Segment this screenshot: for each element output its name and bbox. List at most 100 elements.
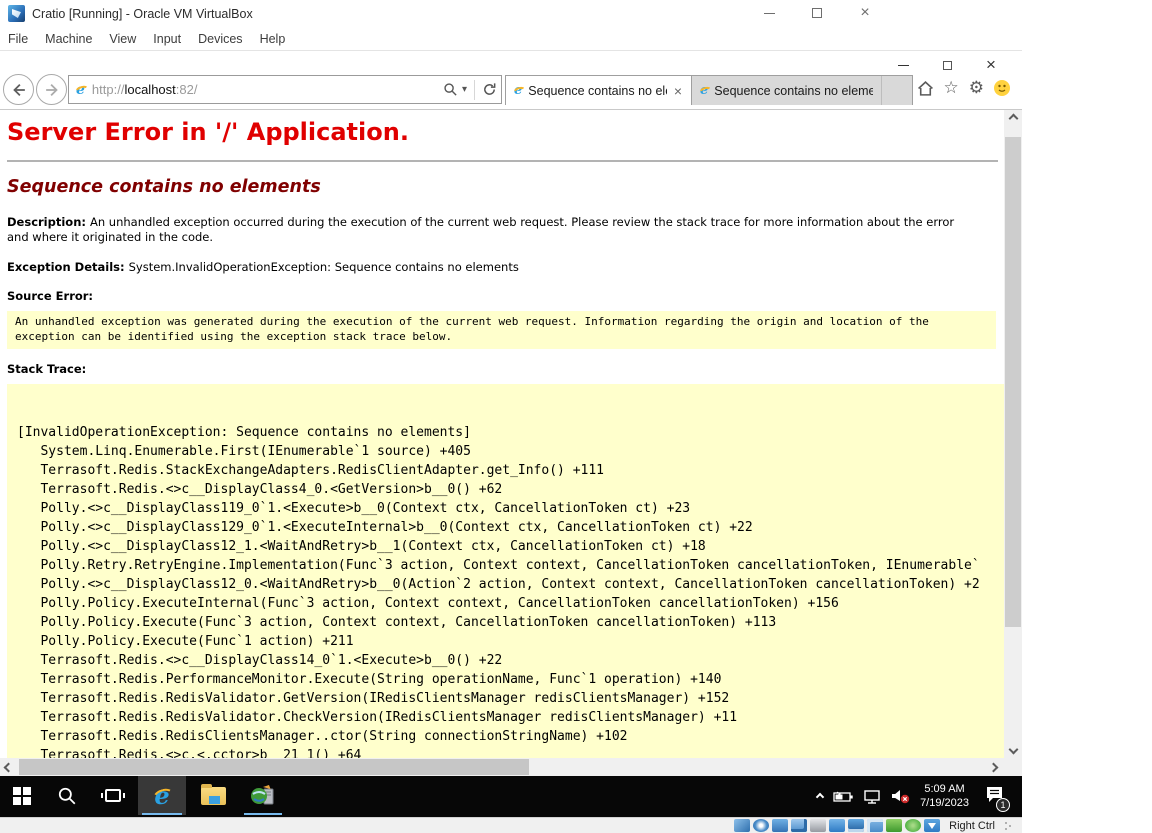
vbox-status-hdd-icon[interactable] (734, 819, 751, 832)
settings-gear-icon[interactable]: ⚙ (969, 79, 984, 97)
windows-logo-icon (13, 786, 31, 805)
vbox-status-audio-icon[interactable] (772, 819, 789, 832)
system-tray: 5:09 AM 7/19/2023 1 (815, 776, 1010, 817)
vbox-maximize-button[interactable] (802, 2, 832, 24)
address-bar[interactable]: e http://localhost:82/ ▾ (68, 75, 502, 104)
server-app-icon (251, 784, 274, 804)
vertical-scrollbar-thumb[interactable] (1005, 137, 1021, 627)
description-text: An unhandled exception occurred during t… (7, 215, 955, 244)
menu-machine[interactable]: Machine (45, 32, 92, 46)
internet-explorer-icon: e (154, 780, 170, 810)
menu-view[interactable]: View (109, 32, 136, 46)
ie-navigation-bar: e http://localhost:82/ ▾ e Sequence cont… (0, 73, 1022, 109)
error-subtitle: Sequence contains no elements (7, 177, 321, 197)
forward-button[interactable] (36, 74, 67, 105)
home-icon[interactable] (917, 80, 934, 97)
browser-viewport: Server Error in '/' Application. Sequenc… (0, 110, 1004, 758)
start-button[interactable] (0, 776, 44, 815)
tab-title: Sequence contains no ele... (528, 83, 667, 98)
vbox-close-button[interactable]: × (850, 2, 880, 24)
folder-icon (200, 783, 226, 805)
ie-page-icon: e (76, 81, 85, 98)
notification-count-badge: 1 (996, 797, 1010, 812)
stack-trace-label: Stack Trace: (7, 362, 87, 376)
resize-grip[interactable] (1004, 820, 1012, 831)
vbox-menubar: File Machine View Input Devices Help (0, 27, 1022, 50)
vbox-minimize-button[interactable] (754, 2, 784, 24)
battery-icon[interactable] (833, 791, 854, 803)
clock-date: 7/19/2023 (920, 796, 969, 809)
scroll-up-button[interactable] (1004, 110, 1022, 127)
menu-file[interactable]: File (8, 32, 28, 46)
menu-help[interactable]: Help (260, 32, 286, 46)
vbox-status-display-icon[interactable] (848, 819, 865, 832)
virtualbox-window: Cratio [Running] - Oracle VM VirtualBox … (0, 0, 1152, 833)
running-indicator (142, 813, 182, 815)
search-dropdown-icon[interactable]: ▾ (462, 84, 467, 95)
refresh-icon[interactable] (482, 82, 497, 97)
taskbar-file-explorer-button[interactable] (190, 776, 236, 815)
windows-taskbar: e 5:09 AM 7/19/2023 1 (0, 776, 1022, 817)
vbox-status-network-icon[interactable] (791, 819, 808, 832)
ie-tab-icon: e (700, 83, 709, 98)
chevron-down-icon (1008, 744, 1018, 755)
vbox-status-usb-icon[interactable] (810, 819, 827, 832)
vbox-status-features-icon[interactable] (886, 819, 903, 832)
ie-tab-icon: e (514, 83, 523, 98)
tab-close-icon[interactable]: × (673, 84, 683, 98)
menu-devices[interactable]: Devices (198, 32, 242, 46)
vbox-status-sharedfolders-icon[interactable] (829, 819, 846, 832)
source-error-label: Source Error: (7, 289, 94, 303)
close-icon: × (986, 55, 996, 74)
url-text: http://localhost:82/ (91, 82, 198, 97)
vbox-statusbar: Right Ctrl (0, 817, 1022, 833)
chevron-left-icon (3, 762, 14, 772)
taskbar-search-button[interactable] (46, 776, 88, 815)
running-indicator (244, 813, 282, 815)
scroll-left-button[interactable] (0, 758, 17, 776)
search-icon (58, 787, 76, 804)
tab-title: Sequence contains no eleme... (714, 83, 873, 98)
feedback-smiley-icon[interactable] (994, 80, 1010, 96)
vbox-status-optical-icon[interactable] (753, 819, 770, 832)
host-key-label: Right Ctrl (949, 819, 995, 832)
horizontal-scrollbar-thumb[interactable] (19, 759, 529, 775)
search-icon[interactable] (443, 82, 458, 97)
exception-details-row: Exception Details: System.InvalidOperati… (7, 260, 519, 274)
tab-inactive[interactable]: e Sequence contains no eleme... (692, 76, 882, 105)
vbox-status-recording-icon[interactable] (867, 819, 884, 832)
exception-details-label: Exception Details: (7, 260, 129, 274)
stack-trace-box: [InvalidOperationException: Sequence con… (7, 384, 1004, 758)
source-error-box: An unhandled exception was generated dur… (7, 311, 996, 349)
taskbar-clock[interactable]: 5:09 AM 7/19/2023 (920, 783, 969, 810)
volume-muted-icon[interactable] (891, 789, 910, 804)
task-view-icon (101, 789, 125, 802)
taskbar-server-app-button[interactable] (240, 776, 286, 815)
back-button[interactable] (3, 74, 34, 105)
scroll-right-button[interactable] (985, 758, 1002, 776)
vbox-window-title: Cratio [Running] - Oracle VM VirtualBox (32, 7, 253, 21)
smiley-face (998, 84, 1006, 92)
tab-strip: e Sequence contains no ele... × e Sequen… (505, 75, 913, 105)
menu-input[interactable]: Input (153, 32, 181, 46)
tray-chevron-up-icon[interactable] (815, 792, 825, 801)
back-arrow-icon (12, 83, 25, 96)
close-icon: × (860, 4, 870, 21)
scroll-down-button[interactable] (1004, 741, 1022, 758)
clock-time: 5:09 AM (924, 783, 965, 795)
vbox-status-keyboard-icon[interactable] (924, 819, 941, 832)
horizontal-scrollbar[interactable] (0, 758, 1004, 776)
network-icon[interactable] (864, 789, 881, 804)
description-label: Description: (7, 215, 90, 229)
vertical-scrollbar[interactable] (1004, 110, 1022, 758)
task-view-button[interactable] (92, 776, 134, 815)
taskbar-ie-button[interactable]: e (138, 776, 186, 815)
exception-details-text: System.InvalidOperationException: Sequen… (128, 260, 519, 274)
stack-trace-text: [InvalidOperationException: Sequence con… (17, 425, 980, 758)
vbox-status-mouse-icon[interactable] (905, 819, 922, 832)
action-center-button[interactable]: 1 (985, 786, 1010, 812)
tab-active[interactable]: e Sequence contains no ele... × (506, 76, 692, 105)
down-arrow-icon (928, 823, 937, 829)
favorites-star-icon[interactable]: ☆ (944, 79, 959, 97)
page-title: Server Error in '/' Application. (7, 118, 409, 146)
